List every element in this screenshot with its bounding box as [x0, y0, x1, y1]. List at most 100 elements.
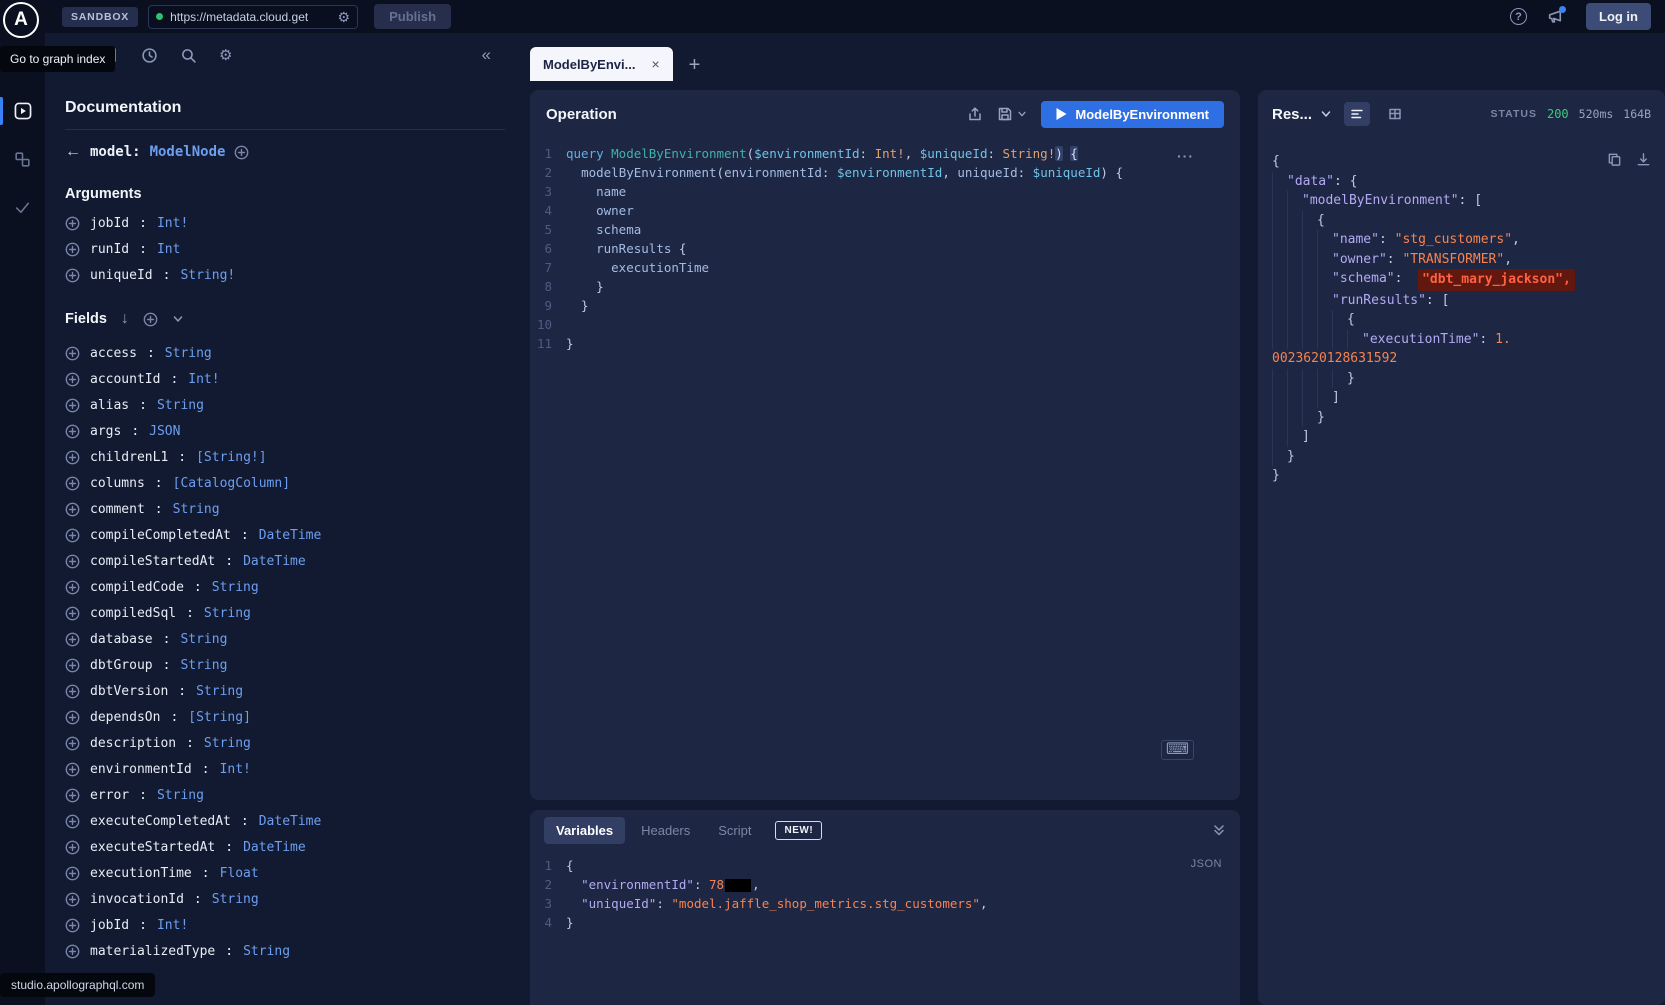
field-type-link[interactable]: Int! [220, 762, 251, 777]
field-type-link[interactable]: String [204, 736, 251, 751]
add-field-icon[interactable] [65, 580, 80, 595]
field-type-link[interactable]: String [212, 580, 259, 595]
field-row[interactable]: uniqueId: String! [65, 262, 505, 288]
add-field-icon[interactable] [65, 346, 80, 361]
field-type-link[interactable]: Int! [188, 372, 219, 387]
add-field-icon[interactable] [65, 606, 80, 621]
field-row[interactable]: alias: String [65, 392, 505, 418]
field-row[interactable]: dbtGroup: String [65, 652, 505, 678]
field-type-link[interactable]: DateTime [243, 554, 306, 569]
rail-checks-button[interactable] [0, 191, 45, 223]
field-row[interactable]: executeCompletedAt: DateTime [65, 808, 505, 834]
close-tab-icon[interactable]: × [651, 56, 659, 72]
field-row[interactable]: executionTime: Float [65, 860, 505, 886]
field-type-link[interactable]: String [180, 658, 227, 673]
field-type-link[interactable]: DateTime [259, 814, 322, 829]
field-type-link[interactable]: String [180, 632, 227, 647]
response-title[interactable]: Res... [1272, 106, 1312, 123]
tab-headers[interactable]: Headers [629, 817, 702, 844]
field-type-link[interactable]: String [243, 944, 290, 959]
rail-schema-button[interactable] [0, 143, 45, 175]
sort-fields-icon[interactable]: ↓ [121, 310, 129, 328]
field-type-link[interactable]: DateTime [259, 528, 322, 543]
add-field-icon[interactable] [65, 892, 80, 907]
field-type-link[interactable]: JSON [149, 424, 180, 439]
field-type-link[interactable]: Float [220, 866, 259, 881]
add-field-icon[interactable] [65, 372, 80, 387]
field-type-link[interactable]: String [204, 606, 251, 621]
field-row[interactable]: materializedType: String [65, 938, 505, 964]
field-row[interactable]: dbtVersion: String [65, 678, 505, 704]
tab-variables[interactable]: Variables [544, 817, 625, 844]
add-field-icon[interactable] [65, 918, 80, 933]
field-row[interactable]: database: String [65, 626, 505, 652]
download-icon[interactable] [1636, 152, 1651, 167]
add-field-icon[interactable] [65, 762, 80, 777]
add-field-icon[interactable] [65, 398, 80, 413]
add-field-icon[interactable] [65, 658, 80, 673]
collapse-panel-icon[interactable]: « [482, 45, 491, 65]
field-row[interactable]: columns: [CatalogColumn] [65, 470, 505, 496]
rail-explorer-button[interactable] [0, 95, 45, 127]
variables-editor[interactable]: 1{2 "environmentId": 78,3 "uniqueId": "m… [530, 850, 1240, 932]
connection-settings-icon[interactable]: ⚙ [338, 10, 351, 24]
raw-view-icon[interactable] [1344, 102, 1370, 126]
response-dropdown-chevron-icon[interactable] [1320, 108, 1332, 120]
run-operation-button[interactable]: ModelByEnvironment [1041, 101, 1224, 128]
new-tab-button[interactable]: + [689, 55, 701, 75]
add-field-icon[interactable] [65, 216, 80, 231]
keyboard-shortcuts-icon[interactable]: ⌨ [1161, 740, 1194, 760]
table-view-icon[interactable] [1382, 102, 1408, 126]
copy-icon[interactable] [1607, 152, 1622, 167]
field-type-link[interactable]: String [173, 502, 220, 517]
field-type-link[interactable]: String [196, 684, 243, 699]
search-icon[interactable] [180, 47, 197, 64]
save-icon[interactable] [997, 106, 1013, 122]
collapse-variables-icon[interactable] [1212, 823, 1226, 837]
field-row[interactable]: environmentId: Int! [65, 756, 505, 782]
field-row[interactable]: childrenL1: [String!] [65, 444, 505, 470]
tab-script[interactable]: Script [706, 817, 763, 844]
add-type-icon[interactable] [234, 145, 249, 160]
add-all-fields-icon[interactable] [143, 312, 158, 327]
field-type-link[interactable]: String [165, 346, 212, 361]
history-icon[interactable] [141, 47, 158, 64]
field-row[interactable]: compiledSql: String [65, 600, 505, 626]
add-field-icon[interactable] [65, 450, 80, 465]
back-arrow-icon[interactable]: ← [65, 143, 81, 161]
field-row[interactable]: error: String [65, 782, 505, 808]
add-field-icon[interactable] [65, 242, 80, 257]
add-field-icon[interactable] [65, 944, 80, 959]
field-type-link[interactable]: [CatalogColumn] [173, 476, 290, 491]
field-type-link[interactable]: String [212, 892, 259, 907]
add-field-icon[interactable] [65, 476, 80, 491]
apollo-logo[interactable]: A [3, 2, 39, 38]
add-field-icon[interactable] [65, 788, 80, 803]
response-body[interactable]: {"data": {"modelByEnvironment": [{"name"… [1258, 138, 1665, 486]
add-field-icon[interactable] [65, 268, 80, 283]
field-row[interactable]: compiledCode: String [65, 574, 505, 600]
add-field-icon[interactable] [65, 528, 80, 543]
operation-editor[interactable]: 1query ModelByEnvironment($environmentId… [530, 138, 1240, 353]
field-row[interactable]: description: String [65, 730, 505, 756]
field-row[interactable]: dependsOn: [String] [65, 704, 505, 730]
field-row[interactable]: runId: Int [65, 236, 505, 262]
field-type-link[interactable]: String [157, 398, 204, 413]
field-row[interactable]: executeStartedAt: DateTime [65, 834, 505, 860]
help-icon[interactable]: ? [1510, 8, 1527, 25]
more-options-icon[interactable]: ··· [1177, 148, 1194, 164]
chevron-down-icon[interactable] [172, 313, 184, 325]
add-field-icon[interactable] [65, 424, 80, 439]
field-row[interactable]: access: String [65, 340, 505, 366]
field-type-link[interactable]: Int! [157, 216, 188, 231]
add-field-icon[interactable] [65, 814, 80, 829]
announcements-icon[interactable] [1547, 8, 1564, 25]
operation-tab[interactable]: ModelByEnvi... × [530, 47, 673, 81]
field-row[interactable]: compileStartedAt: DateTime [65, 548, 505, 574]
field-type-link[interactable]: [String] [188, 710, 251, 725]
add-field-icon[interactable] [65, 736, 80, 751]
field-row[interactable]: accountId: Int! [65, 366, 505, 392]
field-type-link[interactable]: Int [157, 242, 180, 257]
field-type-link[interactable]: String! [180, 268, 235, 283]
field-type-link[interactable]: Int! [157, 918, 188, 933]
